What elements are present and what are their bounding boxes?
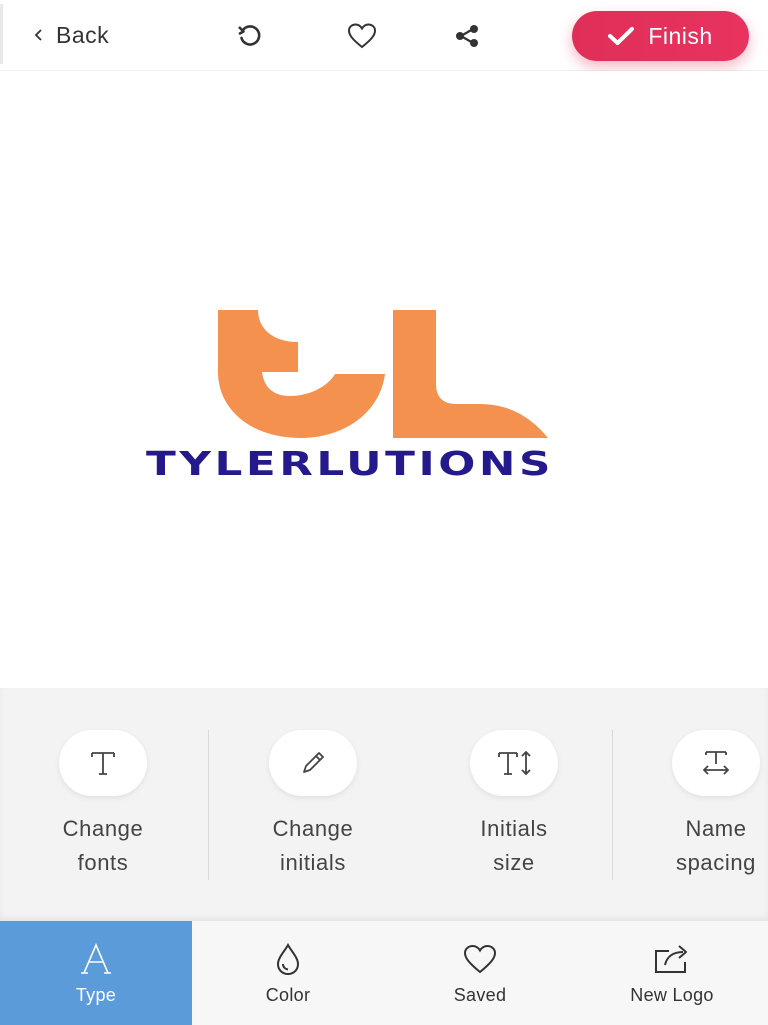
nav-tab-new-logo[interactable]: New Logo (576, 921, 768, 1025)
bottom-navigation: Type Color Saved New Logo (0, 920, 768, 1025)
font-icon (59, 730, 147, 796)
back-label: Back (56, 21, 110, 48)
edge-divider (0, 4, 3, 64)
top-toolbar: Back Finish (0, 0, 768, 71)
nav-label: Saved (453, 985, 507, 1005)
change-fonts-tool[interactable]: Change fonts (23, 730, 183, 880)
tool-label-line1: Initials (480, 816, 548, 841)
nav-tab-type[interactable]: Type (0, 921, 192, 1025)
pencil-icon (269, 730, 357, 796)
nav-tab-color[interactable]: Color (192, 921, 384, 1025)
undo-icon[interactable] (234, 20, 266, 52)
nav-tab-saved[interactable]: Saved (384, 921, 576, 1025)
logo-company-name: TYLERLUTIONS (146, 444, 554, 483)
edit-tools-panel: Change fonts Change initials Initials si… (0, 688, 768, 920)
initials-size-tool[interactable]: Initials size (434, 730, 594, 880)
finish-button[interactable]: Finish (572, 11, 749, 61)
tool-label-line1: Name (685, 816, 747, 841)
tool-divider (612, 730, 613, 880)
tool-label-line2: fonts (77, 850, 129, 875)
tool-label-line1: Change (272, 816, 354, 841)
text-size-icon (470, 730, 558, 796)
tool-label-line1: Change (62, 816, 144, 841)
change-initials-tool[interactable]: Change initials (233, 730, 393, 880)
tool-label-line2: initials (280, 850, 346, 875)
nav-label: New Logo (630, 985, 714, 1005)
checkmark-icon (608, 27, 635, 45)
back-button[interactable]: Back (32, 18, 109, 52)
tool-label-line2: size (493, 850, 535, 875)
tool-divider (208, 730, 209, 880)
droplet-icon (192, 939, 384, 979)
share-icon[interactable] (451, 20, 483, 52)
heart-icon[interactable] (346, 20, 378, 52)
tool-label-line2: spacing (675, 850, 757, 875)
heart-icon (384, 939, 576, 979)
nav-label: Color (265, 985, 311, 1005)
new-logo-icon (576, 939, 768, 979)
text-spacing-icon (672, 730, 760, 796)
type-icon (0, 939, 192, 979)
finish-label: Finish (648, 22, 713, 49)
nav-label: Type (75, 985, 117, 1005)
name-spacing-tool[interactable]: Name spacing (636, 730, 768, 880)
chevron-left-icon (34, 29, 42, 41)
